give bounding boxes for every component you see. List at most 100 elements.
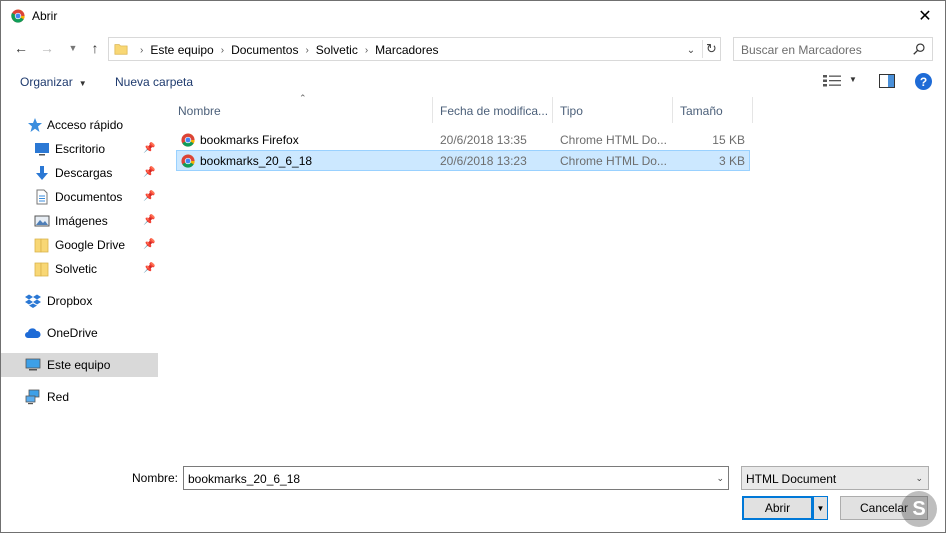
search-input[interactable]: Buscar en Marcadores — [733, 37, 933, 61]
open-label: Abrir — [764, 501, 791, 515]
caret-down-icon: ▼ — [816, 503, 825, 513]
computer-icon — [25, 358, 41, 371]
sidebar-item-label: Solvetic — [55, 262, 98, 276]
close-button[interactable]: ✕ — [911, 3, 939, 29]
sidebar-item-escritorio[interactable]: Escritorio 📌 — [1, 137, 158, 161]
navigation-bar: ← → ▼ ↑ › Este equipo › Documentos › Sol… — [1, 35, 945, 63]
chrome-html-file-icon — [181, 154, 195, 168]
address-bar[interactable]: › Este equipo › Documentos › Solvetic › … — [108, 37, 721, 61]
sidebar-item-este-equipo[interactable]: Este equipo — [1, 353, 158, 377]
organize-button[interactable]: Organizar ▼ — [20, 75, 87, 89]
pictures-icon — [34, 215, 50, 227]
sidebar-item-dropbox[interactable]: Dropbox — [1, 289, 158, 313]
folder-icon — [34, 262, 49, 277]
sidebar-item-onedrive[interactable]: OneDrive — [1, 321, 158, 345]
breadcrumb: › Este equipo › Documentos › Solvetic › … — [133, 43, 439, 57]
arrow-left-icon: ← — [14, 40, 28, 56]
sidebar-item-label: Imágenes — [55, 214, 108, 228]
caret-down-icon: ▼ — [78, 79, 87, 88]
sidebar-item-label: Red — [47, 390, 70, 404]
command-bar: Organizar ▼ Nueva carpeta ▼ ? — [1, 69, 945, 95]
chevron-down-icon: ⌄ — [686, 44, 696, 56]
sidebar-item-documentos[interactable]: Documentos 📌 — [1, 185, 158, 209]
document-icon — [36, 189, 48, 205]
chrome-icon — [11, 9, 25, 23]
file-type: Chrome HTML Do... — [560, 154, 667, 168]
address-history-button[interactable]: ⌄ — [683, 42, 699, 58]
breadcrumb-marcadores[interactable]: Marcadores — [375, 43, 438, 57]
search-placeholder: Buscar en Marcadores — [741, 43, 862, 57]
cloud-icon — [25, 328, 41, 338]
open-button[interactable]: Abrir — [742, 496, 813, 520]
organize-label: Organizar — [20, 75, 73, 89]
new-folder-label: Nueva carpeta — [115, 75, 194, 89]
file-type-value: HTML Document — [746, 472, 837, 486]
preview-pane-icon[interactable] — [879, 74, 895, 88]
chevron-right-icon[interactable]: › — [365, 45, 368, 56]
window-title: Abrir — [32, 9, 58, 23]
file-date: 20/6/2018 13:35 — [440, 133, 527, 147]
column-header-nombre[interactable]: ⌃ Nombre — [171, 93, 433, 123]
new-folder-button[interactable]: Nueva carpeta — [115, 75, 193, 89]
chevron-right-icon[interactable]: › — [221, 45, 224, 56]
dropbox-icon — [25, 294, 41, 308]
sort-ascending-icon: ⌃ — [299, 93, 307, 103]
up-button[interactable]: ↑ — [87, 39, 103, 57]
refresh-button[interactable]: ↻ — [702, 40, 720, 58]
sidebar-item-solvetic[interactable]: Solvetic 📌 — [1, 257, 158, 281]
breadcrumb-este-equipo[interactable]: Este equipo — [150, 43, 213, 57]
column-label: Fecha de modifica... — [440, 104, 549, 118]
view-details-icon[interactable] — [823, 74, 841, 88]
breadcrumb-documentos[interactable]: Documentos — [231, 43, 298, 57]
sidebar-item-acceso-rapido[interactable]: Acceso rápido — [1, 113, 158, 137]
sidebar-item-label: Dropbox — [47, 294, 93, 308]
arrow-up-icon: ↑ — [91, 40, 99, 56]
sidebar-item-red[interactable]: Red — [1, 385, 158, 409]
sidebar-item-google-drive[interactable]: Google Drive 📌 — [1, 233, 158, 257]
sidebar-item-imagenes[interactable]: Imágenes 📌 — [1, 209, 158, 233]
sidebar-item-descargas[interactable]: Descargas 📌 — [1, 161, 158, 185]
arrow-right-icon: → — [40, 40, 54, 56]
pin-icon: 📌 — [143, 191, 156, 202]
file-type: Chrome HTML Do... — [560, 133, 667, 147]
file-name-field[interactable]: bookmarks_20_6_18 ⌄ — [183, 466, 729, 490]
chevron-down-icon: ▼ — [68, 43, 78, 53]
chevron-down-icon: ⌄ — [915, 473, 923, 483]
sidebar-item-label: Acceso rápido — [47, 118, 124, 132]
file-name: bookmarks_20_6_18 — [200, 154, 313, 168]
column-header-fecha[interactable]: Fecha de modifica... — [433, 97, 553, 123]
file-name: bookmarks Firefox — [200, 133, 299, 147]
navigation-pane: Acceso rápido Escritorio 📌 Descargas 📌 D… — [1, 111, 161, 421]
open-dialog: Abrir ✕ ← → ▼ ↑ › Este equipo › Document… — [0, 0, 946, 533]
view-options-caret-icon[interactable]: ▼ — [849, 75, 857, 84]
sidebar-item-label: Este equipo — [47, 358, 111, 372]
column-header-tipo[interactable]: Tipo — [553, 97, 673, 123]
file-list: ⌃ Nombre Fecha de modifica... Tipo Tamañ… — [171, 93, 761, 197]
pin-icon: 📌 — [143, 239, 156, 250]
column-label: Nombre — [178, 104, 221, 118]
file-size: 15 KB — [712, 133, 745, 147]
file-name-label: Nombre: — [132, 471, 179, 485]
search-icon — [913, 43, 925, 55]
chevron-down-icon[interactable]: ⌄ — [716, 473, 724, 484]
refresh-icon: ↻ — [706, 41, 717, 56]
help-icon[interactable]: ? — [915, 73, 932, 90]
chevron-right-icon: › — [140, 44, 144, 56]
forward-button[interactable]: → — [39, 39, 55, 57]
recent-locations-button[interactable]: ▼ — [65, 39, 81, 57]
file-size: 3 KB — [718, 154, 745, 168]
table-row[interactable]: bookmarks Firefox 20/6/2018 13:35 Chrome… — [176, 129, 750, 150]
title-bar: Abrir ✕ — [1, 1, 945, 31]
file-name-value: bookmarks_20_6_18 — [188, 472, 301, 486]
watermark-logo: S — [901, 491, 937, 527]
pin-icon: 📌 — [143, 263, 156, 274]
table-row[interactable]: bookmarks_20_6_18 20/6/2018 13:23 Chrome… — [176, 150, 750, 171]
sidebar-item-label: Google Drive — [55, 238, 126, 252]
folder-icon — [34, 238, 49, 253]
chevron-right-icon[interactable]: › — [305, 45, 308, 56]
breadcrumb-solvetic[interactable]: Solvetic — [316, 43, 358, 57]
column-header-tamano[interactable]: Tamaño — [673, 97, 753, 123]
file-type-select[interactable]: HTML Document ⌄ — [741, 466, 929, 490]
back-button[interactable]: ← — [13, 39, 29, 57]
open-options-button[interactable]: ▼ — [813, 496, 828, 520]
